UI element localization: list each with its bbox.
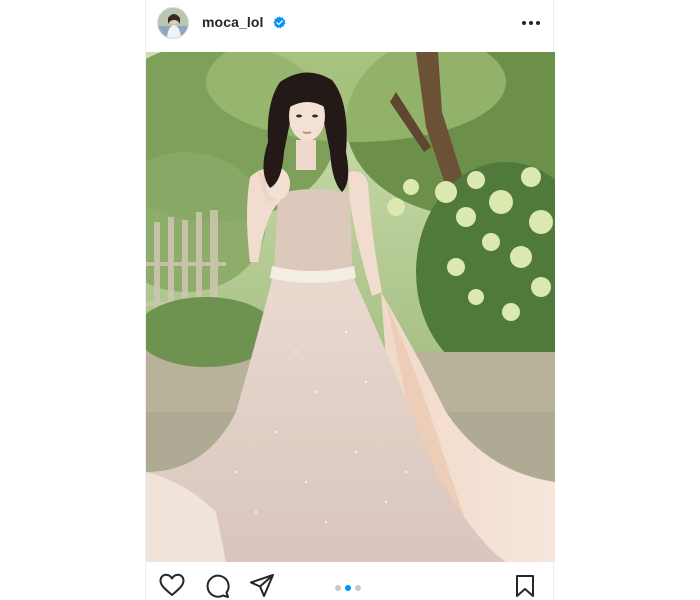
username[interactable]: moca_lol [202, 14, 264, 30]
post-actions [146, 562, 555, 600]
post-header: moca_lol [146, 0, 555, 46]
carousel-indicator [335, 585, 361, 591]
instagram-post: moca_lol [145, 0, 555, 600]
carousel-dot [335, 585, 341, 591]
verified-badge-icon [273, 16, 286, 29]
heart-icon[interactable] [159, 573, 185, 597]
carousel-dot-active [345, 585, 351, 591]
comment-icon[interactable] [204, 573, 230, 599]
carousel-dot [355, 585, 361, 591]
bookmark-icon[interactable] [514, 574, 536, 598]
more-options-icon[interactable] [520, 13, 542, 33]
post-photo[interactable] [146, 52, 555, 562]
paper-plane-icon[interactable] [249, 573, 275, 599]
avatar[interactable] [157, 7, 189, 39]
